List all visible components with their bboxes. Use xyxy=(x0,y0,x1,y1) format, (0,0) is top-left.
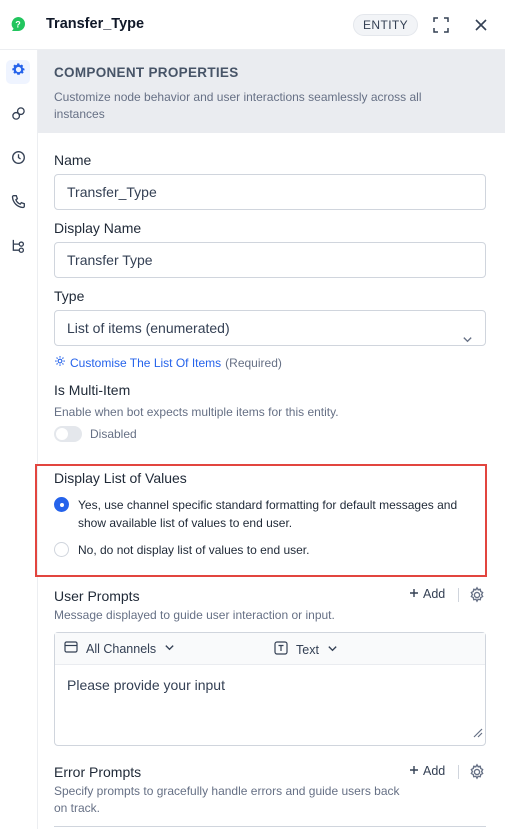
error-prompts-settings-icon[interactable] xyxy=(468,763,486,781)
rail-item-properties[interactable] xyxy=(6,60,30,84)
phone-icon xyxy=(11,194,26,214)
user-prompt-editor: All Channels Text Please provide your in… xyxy=(54,632,486,746)
type-label: Type xyxy=(54,288,85,304)
rail-item-history[interactable] xyxy=(6,148,30,172)
multi-item-label: Is Multi-Item xyxy=(54,382,131,398)
prompt-text-area[interactable]: Please provide your input xyxy=(67,677,225,693)
rail-item-flow[interactable] xyxy=(6,236,30,260)
radio-yes[interactable] xyxy=(54,497,69,512)
chevron-down-icon xyxy=(164,642,175,656)
rail-item-connections[interactable] xyxy=(6,104,30,128)
required-note: (Required) xyxy=(225,355,282,370)
section-description: Customize node behavior and user interac… xyxy=(54,90,422,121)
format-select[interactable]: Text xyxy=(274,641,338,658)
user-prompts-settings-icon[interactable] xyxy=(468,586,486,604)
history-icon xyxy=(11,150,26,170)
channel-select[interactable]: All Channels xyxy=(64,641,175,656)
plus-icon xyxy=(409,587,419,601)
flow-icon xyxy=(11,238,26,258)
link-icon xyxy=(11,106,26,126)
channel-icon xyxy=(64,641,78,656)
multi-item-toggle-row: Disabled xyxy=(54,426,137,442)
format-select-value: Text xyxy=(296,642,319,657)
text-format-icon xyxy=(274,641,288,658)
multi-item-hint: Enable when bot expects multiple items f… xyxy=(54,405,339,419)
divider xyxy=(458,588,459,602)
rail-item-voice[interactable] xyxy=(6,192,30,216)
radio-no-label: No, do not display list of values to end… xyxy=(78,543,310,557)
channel-select-value: All Channels xyxy=(86,641,157,656)
type-select-value: List of items (enumerated) xyxy=(67,320,230,336)
panel-header: ? Transfer_Type ENTITY xyxy=(0,0,505,50)
display-name-field[interactable]: Transfer Type xyxy=(54,242,486,278)
toggle-knob xyxy=(56,428,68,440)
section-header: COMPONENT PROPERTIES Customize node beha… xyxy=(38,50,505,133)
side-nav-rail xyxy=(0,50,38,829)
divider xyxy=(458,765,459,779)
radio-yes-label: Yes, use channel specific standard forma… xyxy=(78,498,458,530)
user-prompts-add-button[interactable]: Add xyxy=(409,587,445,601)
display-list-title: Display List of Values xyxy=(54,470,187,486)
name-field[interactable]: Transfer_Type xyxy=(54,174,486,210)
radio-option-no[interactable]: No, do not display list of values to end… xyxy=(54,541,478,559)
radio-option-yes[interactable]: Yes, use channel specific standard forma… xyxy=(54,496,478,532)
toggle-label: Disabled xyxy=(90,427,137,441)
app-logo-icon: ? xyxy=(10,16,26,32)
user-prompts-description: Message displayed to guide user interact… xyxy=(54,608,335,622)
svg-text:?: ? xyxy=(15,20,21,30)
display-name-label: Display Name xyxy=(54,220,142,236)
expand-icon[interactable] xyxy=(431,15,451,35)
radio-no[interactable] xyxy=(54,542,69,557)
chevron-down-icon xyxy=(327,643,338,657)
chevron-down-icon xyxy=(462,323,473,357)
close-icon[interactable] xyxy=(471,15,491,35)
add-label: Add xyxy=(423,764,446,778)
user-prompts-title: User Prompts xyxy=(54,588,140,604)
entity-badge: ENTITY xyxy=(353,14,419,36)
section-title: COMPONENT PROPERTIES xyxy=(54,65,239,80)
name-label: Name xyxy=(54,152,92,168)
add-label: Add xyxy=(423,587,446,601)
multi-item-toggle[interactable] xyxy=(54,426,82,442)
customise-list-row: Customise The List Of Items (Required) xyxy=(54,355,282,370)
prompt-toolbar: All Channels Text xyxy=(55,633,485,665)
resize-handle-icon[interactable] xyxy=(471,725,483,743)
customise-list-link[interactable]: Customise The List Of Items xyxy=(70,356,221,370)
page-title: Transfer_Type xyxy=(46,16,145,32)
type-select[interactable]: List of items (enumerated) xyxy=(54,310,486,346)
gear-icon xyxy=(11,62,26,82)
error-prompts-add-button[interactable]: Add xyxy=(409,764,445,778)
settings-icon xyxy=(54,355,66,370)
properties-panel: COMPONENT PROPERTIES Customize node beha… xyxy=(35,50,505,829)
plus-icon xyxy=(409,764,419,778)
error-prompts-description: Specify prompts to gracefully handle err… xyxy=(54,784,400,815)
error-prompts-title: Error Prompts xyxy=(54,764,142,780)
